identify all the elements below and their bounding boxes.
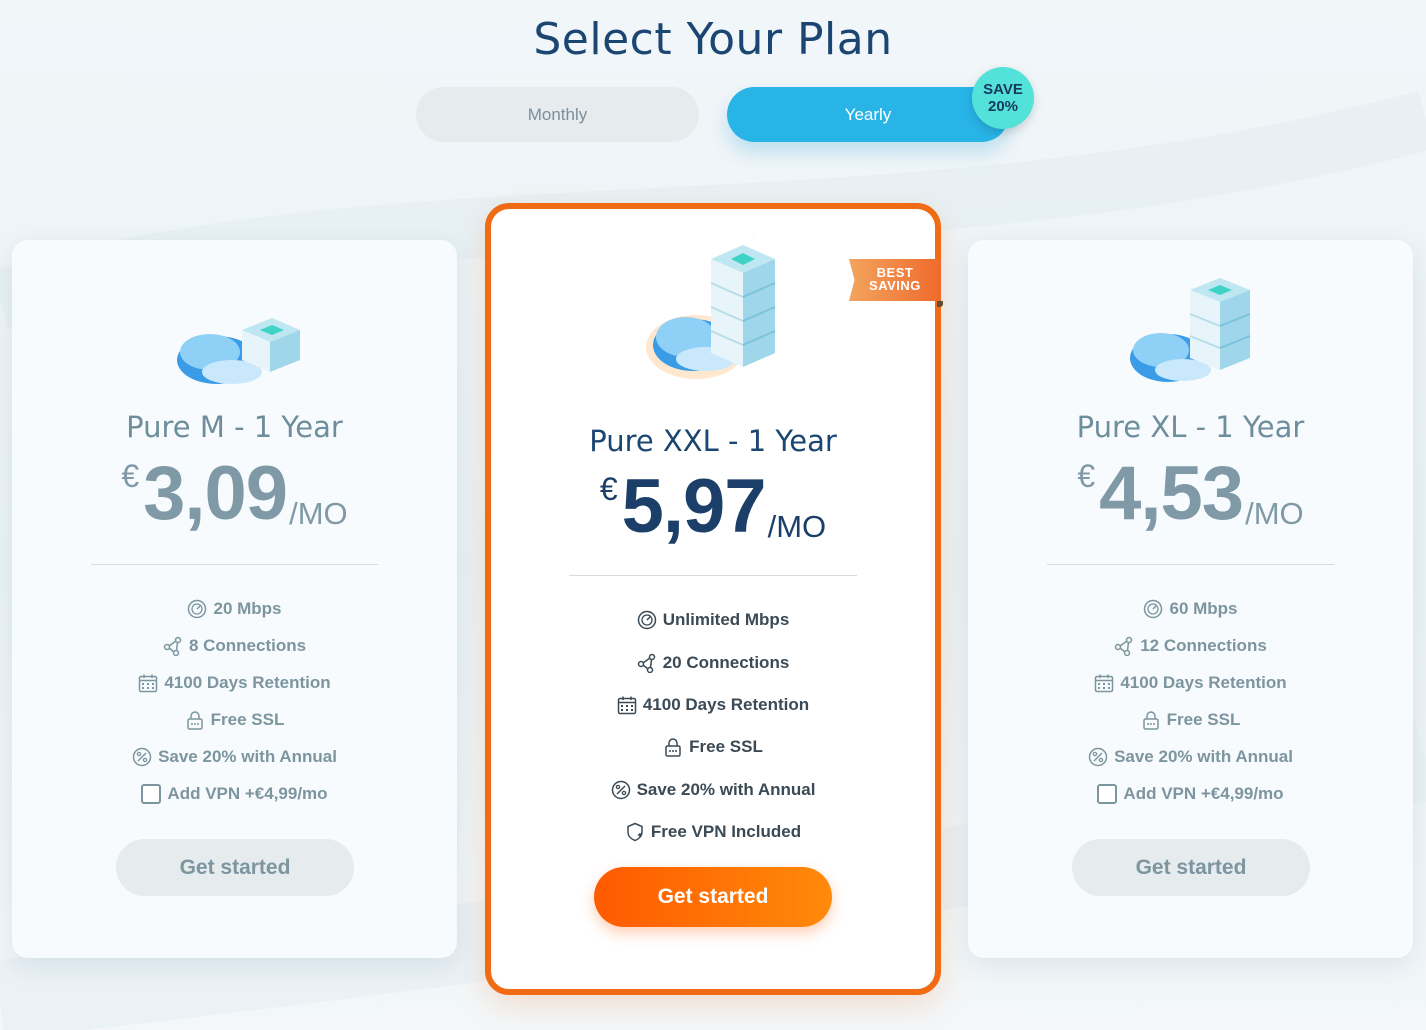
feature-label: 20 Connections xyxy=(662,652,790,672)
page-title: Select Your Plan xyxy=(533,14,893,65)
feature-item: Save 20% with Annual xyxy=(491,769,935,811)
feature-label: 20 Mbps xyxy=(213,598,282,618)
feature-list: Unlimited Mbps 20 Connections 4100 Days … xyxy=(491,599,935,853)
feature-label: Free SSL xyxy=(1166,709,1241,729)
feature-label: 8 Connections xyxy=(188,635,307,655)
feature-item: 4100 Days Retention xyxy=(12,664,457,701)
lock-icon xyxy=(186,710,203,730)
feature-item: Free SSL xyxy=(12,701,457,738)
divider xyxy=(569,575,857,576)
feature-label: Unlimited Mbps xyxy=(662,610,790,630)
vpn-addon-checkbox[interactable] xyxy=(1097,783,1118,804)
price-period: /MO xyxy=(289,496,348,531)
shield-icon xyxy=(627,822,643,842)
feature-label: Save 20% with Annual xyxy=(636,779,816,799)
plan-price: € 3,09 /MO xyxy=(12,454,457,534)
feature-label: 60 Mbps xyxy=(1169,598,1238,618)
vpn-addon-option[interactable]: Add VPN +€4,99/mo xyxy=(968,775,1413,812)
feature-item: 12 Connections xyxy=(968,627,1413,664)
price-amount: 4,53 xyxy=(1099,451,1244,536)
cloud-server-illustration xyxy=(646,237,776,379)
plan-card-pure-m: Pure M - 1 Year € 3,09 /MO 20 Mbps 8 Con… xyxy=(12,240,457,958)
calendar-icon xyxy=(139,674,158,692)
speedometer-icon xyxy=(1144,599,1163,618)
percent-icon xyxy=(1088,747,1108,766)
feature-item: 60 Mbps xyxy=(968,590,1413,627)
speedometer-icon xyxy=(188,599,207,618)
divider xyxy=(91,564,378,565)
feature-label: 4100 Days Retention xyxy=(642,694,810,714)
feature-item: 20 Mbps xyxy=(12,590,457,627)
save-badge: SAVE 20% xyxy=(972,67,1034,129)
price-amount: 3,09 xyxy=(143,451,288,536)
feature-label: Save 20% with Annual xyxy=(1114,746,1293,766)
feature-item: 4100 Days Retention xyxy=(491,684,935,726)
get-started-button[interactable]: Get started xyxy=(594,867,832,927)
share-nodes-icon xyxy=(1114,636,1133,656)
get-started-button[interactable]: Get started xyxy=(1072,839,1310,896)
speedometer-icon xyxy=(637,610,656,630)
feature-item: 4100 Days Retention xyxy=(968,664,1413,701)
plan-name: Pure XXL - 1 Year xyxy=(589,424,837,458)
feature-label: Free SSL xyxy=(689,737,763,757)
feature-item: Free VPN Included xyxy=(491,811,935,853)
feature-list: 20 Mbps 8 Connections 4100 Days Retentio… xyxy=(12,590,457,812)
lock-icon xyxy=(665,738,681,758)
save-badge-line1: SAVE xyxy=(983,81,1023,98)
price-amount: 5,97 xyxy=(621,464,767,549)
lock-icon xyxy=(1142,710,1159,730)
currency-symbol: € xyxy=(1077,458,1096,494)
feature-label: Save 20% with Annual xyxy=(158,746,337,766)
feature-label: 4100 Days Retention xyxy=(164,672,331,692)
plan-price: € 4,53 /MO xyxy=(968,454,1413,534)
vpn-addon-label: Add VPN +€4,99/mo xyxy=(1123,783,1284,803)
feature-label: Free SSL xyxy=(210,709,285,729)
vpn-addon-checkbox[interactable] xyxy=(141,783,162,804)
best-saving-ribbon: BEST SAVING xyxy=(849,259,941,301)
cloud-server-illustration xyxy=(1130,278,1251,382)
percent-icon xyxy=(611,780,630,799)
save-badge-line2: 20% xyxy=(987,98,1019,115)
feature-item: Free SSL xyxy=(491,726,935,768)
feature-item: Save 20% with Annual xyxy=(12,738,457,775)
billing-toggle-monthly[interactable]: Monthly xyxy=(416,87,699,142)
plan-card-pure-xxl: BEST SAVING Pure XXL - 1 Year € 5,97 /MO… xyxy=(485,203,943,995)
share-nodes-icon xyxy=(637,653,655,673)
plan-price: € 5,97 /MO xyxy=(491,467,935,547)
feature-label: 12 Connections xyxy=(1140,635,1267,655)
feature-label: Free VPN Included xyxy=(650,822,802,842)
currency-symbol: € xyxy=(121,458,140,494)
feature-label: 4100 Days Retention xyxy=(1120,672,1287,692)
feature-item: Save 20% with Annual xyxy=(968,738,1413,775)
calendar-icon xyxy=(617,696,637,715)
ribbon-line2: SAVING xyxy=(869,278,921,293)
feature-list: 60 Mbps 12 Connections 4100 Days Retenti… xyxy=(968,590,1413,812)
feature-item: Free SSL xyxy=(968,701,1413,738)
price-period: /MO xyxy=(767,509,827,544)
get-started-button[interactable]: Get started xyxy=(116,839,354,896)
vpn-addon-option[interactable]: Add VPN +€4,99/mo xyxy=(12,775,457,812)
feature-item: Unlimited Mbps xyxy=(491,599,935,641)
cloud-server-illustration xyxy=(177,318,300,384)
ribbon-fold xyxy=(937,301,943,307)
share-nodes-icon xyxy=(163,636,182,656)
plan-card-pure-xl: Pure XL - 1 Year € 4,53 /MO 60 Mbps 12 C… xyxy=(968,240,1413,958)
plan-name: Pure XL - 1 Year xyxy=(1076,410,1305,444)
vpn-addon-label: Add VPN +€4,99/mo xyxy=(167,783,328,803)
percent-icon xyxy=(132,747,152,766)
billing-toggle-yearly[interactable]: Yearly xyxy=(727,87,1009,142)
calendar-icon xyxy=(1095,674,1114,692)
currency-symbol: € xyxy=(599,471,618,507)
feature-item: 20 Connections xyxy=(491,641,935,683)
price-period: /MO xyxy=(1245,496,1304,531)
plan-name: Pure M - 1 Year xyxy=(126,410,343,444)
divider xyxy=(1047,564,1334,565)
feature-item: 8 Connections xyxy=(12,627,457,664)
